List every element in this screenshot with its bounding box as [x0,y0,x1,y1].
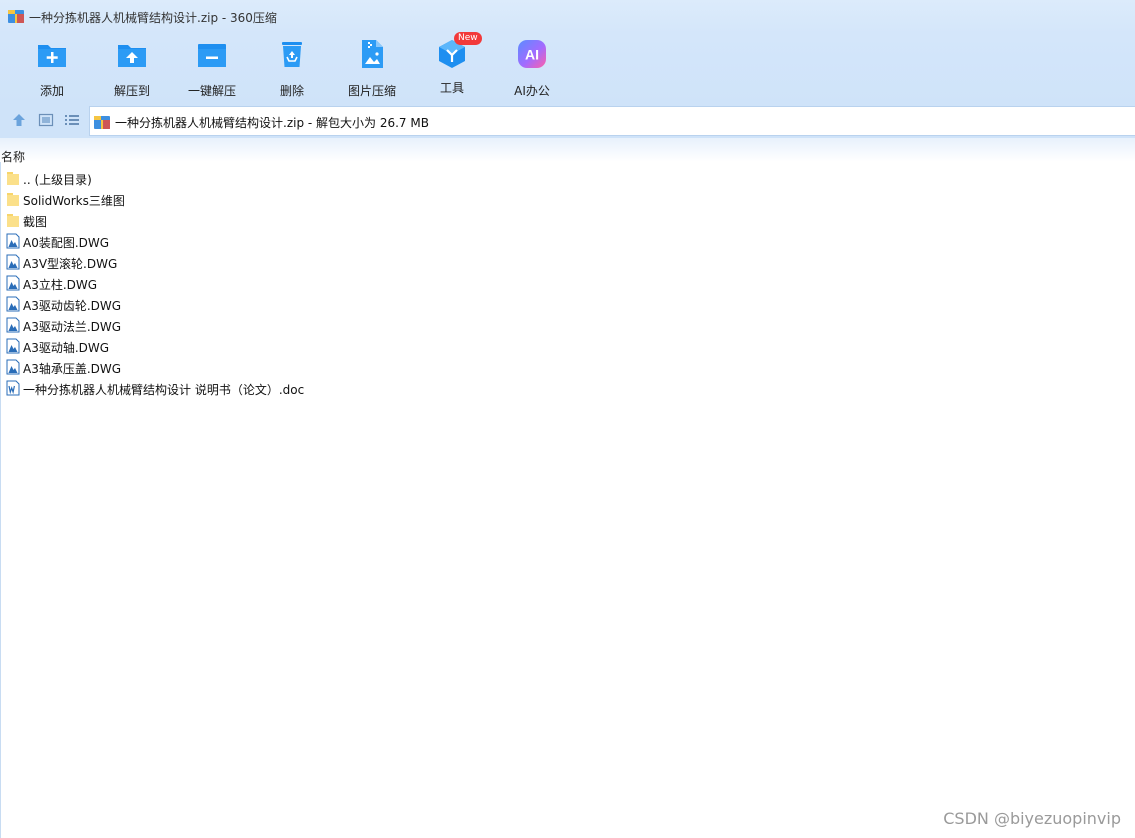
folder-icon [7,193,19,206]
tools-button[interactable]: New 工具 [412,32,492,96]
extract-to-button-label: 解压到 [113,84,150,98]
dwg-file-icon [6,233,20,249]
dwg-file-icon [6,359,20,375]
image-compress-button-label: 图片压缩 [347,84,396,98]
title-bar: 一种分拣机器人机械臂结构设计.zip - 360压缩 [0,0,1135,34]
list-item-file[interactable]: A0装配图.DWG [0,231,1135,252]
dwg-file-icon [6,296,20,312]
column-header: 名称 [0,138,1135,165]
column-header-name[interactable]: 名称 [1,148,25,165]
list-item-parent-directory[interactable]: .. (上级目录) [0,168,1135,189]
watermark: CSDN @biyezuopinvip [943,809,1121,828]
ai-office-icon: AI [518,40,546,68]
file-name: .. (上级目录) [23,173,92,187]
list-item-file[interactable]: A3V型滚轮.DWG [0,252,1135,273]
list-item-file[interactable]: A3驱动法兰.DWG [0,315,1135,336]
ai-icon-text: AI [525,47,539,63]
file-name: A3驱动齿轮.DWG [23,299,122,313]
window-title: 一种分拣机器人机械臂结构设计.zip - 360压缩 [29,11,277,25]
file-list: .. (上级目录) SolidWorks三维图 截图 A0装配图.DWG A3V… [0,168,1135,399]
delete-button[interactable]: 删除 [252,38,332,99]
list-item-file[interactable]: 一种分拣机器人机械臂结构设计 说明书（论文）.doc [0,378,1135,399]
list-item-file[interactable]: A3立柱.DWG [0,273,1135,294]
list-view-icon[interactable] [64,112,80,128]
ai-office-button[interactable]: AI AI办公 [492,38,572,99]
file-name: SolidWorks三维图 [23,194,125,208]
one-click-extract-button-label: 一键解压 [187,84,236,98]
add-button-label: 添加 [39,84,64,98]
list-item-file[interactable]: A3驱动齿轮.DWG [0,294,1135,315]
file-name: A3立柱.DWG [23,278,98,292]
extract-to-button[interactable]: 解压到 [92,38,172,99]
folder-one-click-extract-icon [198,44,226,67]
list-item-folder[interactable]: SolidWorks三维图 [0,189,1135,210]
file-name: A3V型滚轮.DWG [23,257,118,271]
delete-button-label: 删除 [279,84,304,98]
file-name: A3驱动法兰.DWG [23,320,122,334]
new-badge: New [454,32,482,45]
dwg-file-icon [6,317,20,333]
address-path-text: 一种分拣机器人机械臂结构设计.zip - 解包大小为 26.7 MB [115,116,429,130]
list-item-file[interactable]: A3驱动轴.DWG [0,336,1135,357]
recycle-bin-icon [282,42,302,67]
dwg-file-icon [6,338,20,354]
list-item-file[interactable]: A3轴承压盖.DWG [0,357,1135,378]
folder-icon [7,214,19,227]
folder-extract-icon [118,45,146,67]
list-item-folder[interactable]: 截图 [0,210,1135,231]
image-compress-icon [362,40,383,68]
zip-archive-icon [8,10,24,23]
folder-add-icon [38,45,66,67]
file-name: 截图 [23,215,48,229]
folder-icon [7,172,19,185]
zip-archive-icon [94,116,110,129]
word-doc-icon [6,380,20,396]
tools-icon-wrapper: New [436,32,482,70]
image-compress-button[interactable]: 图片压缩 [332,38,412,99]
add-button[interactable]: 添加 [12,38,92,99]
address-bar[interactable]: 一种分拣机器人机械臂结构设计.zip - 解包大小为 26.7 MB [89,106,1135,136]
toolbar: 添加 解压到 一键解压 删除 图片压缩 New 工具 AI AI办公 [0,32,1135,104]
file-name: A3驱动轴.DWG [23,341,110,355]
file-name: A3轴承压盖.DWG [23,362,122,376]
thumbnail-view-icon[interactable] [38,112,54,128]
ai-office-button-label: AI办公 [514,84,550,98]
one-click-extract-button[interactable]: 一键解压 [172,38,252,99]
dwg-file-icon [6,275,20,291]
dwg-file-icon [6,254,20,270]
up-arrow-icon[interactable] [11,112,27,128]
navigation-bar: 一种分拣机器人机械臂结构设计.zip - 解包大小为 26.7 MB [0,104,1135,138]
file-name: 一种分拣机器人机械臂结构设计 说明书（论文）.doc [23,383,305,397]
tools-button-label: 工具 [439,81,464,95]
file-name: A0装配图.DWG [23,236,110,250]
